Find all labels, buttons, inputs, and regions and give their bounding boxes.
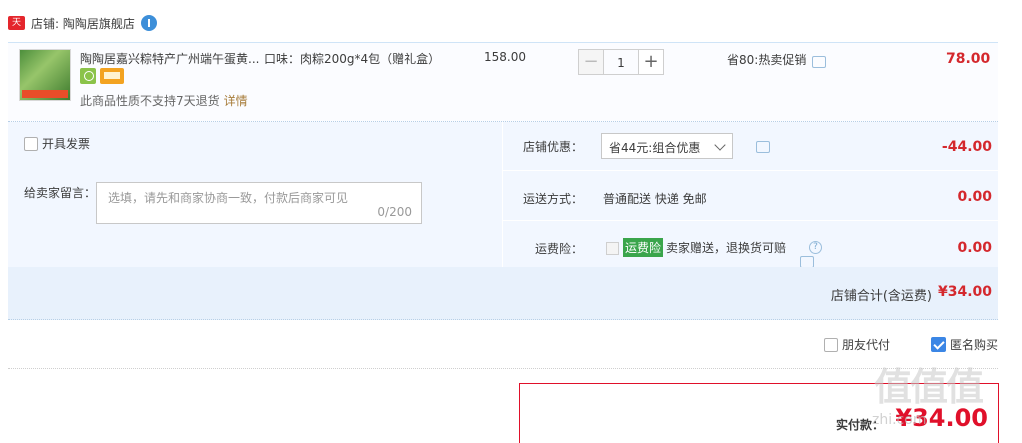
- friend-pay-checkbox[interactable]: [824, 337, 838, 352]
- invoice-checkbox[interactable]: [24, 136, 38, 151]
- quantity-stepper: − 1 +: [578, 49, 664, 75]
- order-options: 开具发票 给卖家留言： 选填，请先和商家协商一致，付款后商家可见 0/200 店…: [8, 122, 998, 268]
- divider: [8, 368, 998, 369]
- anonymous-label: 匿名购买: [950, 338, 999, 352]
- comment-icon[interactable]: [812, 55, 827, 68]
- promotion-info: 省80:热卖促销: [727, 51, 827, 68]
- message-char-count: 0/200: [377, 205, 412, 219]
- unit-price: 158.00: [484, 50, 526, 64]
- chat-icon[interactable]: [140, 15, 157, 31]
- discount-selected: 省44元:组合优惠: [609, 141, 701, 155]
- buyer-options-panel: 开具发票 给卖家留言： 选填，请先和商家协商一致，付款后商家可见 0/200: [8, 122, 502, 267]
- cart-item-row: 陶陶居嘉兴粽特产广州端午蛋黄... 口味：肉粽200g*4包（赠礼盒） 此商品性…: [8, 42, 998, 122]
- shipping-method: 普通配送 快递 免邮: [603, 192, 707, 206]
- discount-amount: -44.00: [941, 139, 992, 155]
- product-sku: 口味：肉粽200g*4包（赠礼盒）: [264, 52, 441, 66]
- return-policy-note: 此商品性质不支持7天退货 详情: [80, 94, 248, 108]
- anonymous-purchase-option[interactable]: 匿名购买: [931, 336, 998, 353]
- shipping-amount: 0.00: [957, 189, 992, 205]
- help-icon[interactable]: ?: [809, 241, 822, 254]
- insurance-text: 卖家赠送，退换货可赔: [666, 241, 787, 255]
- invoice-option[interactable]: 开具发票: [24, 135, 90, 152]
- shop-name[interactable]: 店铺: 陶陶居旗舰店: [31, 15, 135, 32]
- return-details-link[interactable]: 详情: [224, 94, 248, 108]
- product-thumbnail[interactable]: [19, 49, 71, 101]
- shop-subtotal-bar: 店铺合计(含运费) ¥34.00: [8, 267, 998, 320]
- discount-select[interactable]: 省44元:组合优惠: [601, 133, 733, 159]
- seller-message-input[interactable]: 选填，请先和商家协商一致，付款后商家可见 0/200: [96, 182, 422, 224]
- friend-pay-label: 朋友代付: [842, 338, 891, 352]
- subtotal-value: ¥34.00: [937, 284, 992, 300]
- insurance-tag: 运费险: [623, 238, 664, 257]
- tmall-badge: 天猫: [8, 16, 25, 42]
- order-summary-panel: 店铺优惠： 省44元:组合优惠 -44.00 运送方式： 普通配送 快递 免邮 …: [503, 122, 998, 268]
- item-total: 78.00: [946, 51, 991, 67]
- watermark-url: zhi.com: [872, 412, 927, 428]
- anonymous-checkbox[interactable]: [931, 337, 946, 352]
- insurance-label: 运费险：: [534, 242, 583, 256]
- chevron-down-icon: [714, 139, 726, 151]
- shop-header: 天猫 店铺: 陶陶居旗舰店: [8, 12, 157, 42]
- shipping-label: 运送方式：: [522, 192, 583, 206]
- discount-label: 店铺优惠：: [522, 140, 583, 154]
- insurance-checkbox: [606, 242, 619, 255]
- subtotal-label: 店铺合计(含运费): [830, 289, 932, 304]
- invoice-label: 开具发票: [42, 137, 91, 151]
- friend-pay-option[interactable]: 朋友代付: [824, 336, 890, 353]
- comment-icon[interactable]: [756, 141, 770, 153]
- card-payment-icon: [100, 68, 124, 84]
- message-placeholder: 选填，请先和商家协商一致，付款后商家可见: [108, 191, 349, 205]
- product-title[interactable]: 陶陶居嘉兴粽特产广州端午蛋黄...: [80, 50, 259, 67]
- service-badge-icon: [80, 68, 96, 84]
- decrease-quantity-button[interactable]: −: [578, 49, 604, 75]
- message-label: 给卖家留言：: [24, 186, 97, 200]
- increase-quantity-button[interactable]: +: [638, 49, 664, 75]
- insurance-amount: 0.00: [957, 240, 992, 256]
- quantity-input[interactable]: 1: [604, 49, 638, 75]
- site-watermark: 值值值: [874, 365, 984, 409]
